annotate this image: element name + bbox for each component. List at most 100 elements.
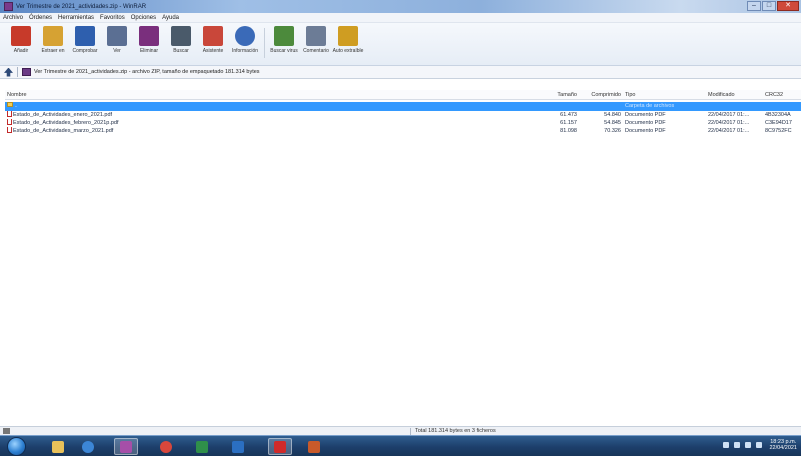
- taskbar-chrome[interactable]: [154, 438, 178, 455]
- start-button[interactable]: [7, 437, 26, 456]
- comment-button[interactable]: Comentario: [301, 26, 331, 54]
- row-size: 81.098: [560, 128, 577, 134]
- view-label: Ver: [113, 48, 121, 54]
- status-total: Total 181.314 bytes en 3 ficheros: [415, 428, 496, 434]
- find-label: Buscar: [173, 48, 189, 54]
- clock-date: 22/04/2021: [769, 445, 797, 451]
- info-label: Información: [231, 48, 259, 54]
- column-modified[interactable]: Modificado: [708, 90, 761, 100]
- column-packed[interactable]: Comprimido: [583, 90, 621, 100]
- notifications-icon[interactable]: [734, 442, 741, 448]
- address-divider: [17, 67, 18, 77]
- test-icon: [75, 26, 95, 46]
- view-button[interactable]: Ver: [102, 26, 132, 54]
- winrar-app-icon: [4, 2, 13, 11]
- status-bar: Total 181.314 bytes en 3 ficheros: [0, 426, 801, 435]
- row-name-text: Estado_de_Actividades_enero_2021.pdf: [13, 112, 113, 118]
- column-name[interactable]: Nombre: [7, 90, 537, 100]
- info-icon: [235, 26, 255, 46]
- media-player-icon: [82, 440, 94, 453]
- archive-icon: [22, 68, 31, 76]
- taskbar-media-player[interactable]: [76, 438, 100, 455]
- row-name-text: ..: [14, 103, 18, 109]
- sfx-icon: [338, 26, 358, 46]
- powerpoint-icon: [308, 440, 320, 453]
- delete-button[interactable]: Eliminar: [134, 26, 164, 54]
- network-icon[interactable]: [745, 442, 752, 448]
- language-icon[interactable]: [723, 442, 730, 448]
- virus-scan-button[interactable]: Buscar virus: [269, 26, 299, 54]
- menu-ordenes[interactable]: Órdenes: [29, 15, 52, 21]
- toolbar: Añadir Extraer en Comprobar Ver Eliminar…: [0, 23, 801, 66]
- wizard-label: Asistente: [202, 48, 224, 54]
- test-button[interactable]: Comprobar: [70, 26, 100, 54]
- toolbar-divider: [264, 28, 265, 58]
- extract-button[interactable]: Extraer en: [38, 26, 68, 54]
- extract-icon: [43, 26, 63, 46]
- row-type: Carpeta de archivos: [625, 103, 675, 109]
- taskbar-excel[interactable]: [190, 438, 214, 455]
- menu-opciones[interactable]: Opciones: [131, 15, 156, 21]
- taskbar-powerpoint[interactable]: [302, 438, 326, 455]
- view-icon: [107, 26, 127, 46]
- title-bar: Ver Trimestre de 2021_actividades.zip - …: [0, 0, 801, 13]
- explorer-icon: [52, 440, 64, 453]
- row-name-text: Estado_de_Actividades_marzo_2021.pdf: [13, 128, 114, 134]
- taskbar-winrar[interactable]: [114, 438, 138, 455]
- status-left: [3, 428, 13, 434]
- info-button[interactable]: Información: [230, 26, 260, 54]
- clock[interactable]: 18:23 p.m. 22/04/2021: [769, 439, 797, 451]
- volume-icon[interactable]: [756, 442, 763, 448]
- table-row[interactable]: Estado_de_Actividades_marzo_2021.pdf 81.…: [5, 127, 801, 136]
- menu-favoritos[interactable]: Favoritos: [100, 15, 125, 21]
- find-icon: [171, 26, 191, 46]
- comment-label: Comentario: [303, 48, 329, 54]
- column-type[interactable]: Tipo: [625, 90, 705, 100]
- folder-up-icon: [7, 102, 13, 108]
- column-size[interactable]: Tamaño: [550, 90, 577, 100]
- menu-archivo[interactable]: Archivo: [3, 15, 23, 21]
- taskbar-pdf-reader[interactable]: [268, 438, 292, 455]
- virus-scan-label: Buscar virus: [270, 48, 298, 54]
- taskbar-outlook[interactable]: [226, 438, 250, 455]
- address-bar: Ver Trimestre de 2021_actividades.zip - …: [0, 66, 801, 79]
- find-button[interactable]: Buscar: [166, 26, 196, 54]
- row-name: Estado_de_Actividades_marzo_2021.pdf: [7, 127, 537, 136]
- menu-herramientas[interactable]: Herramientas: [58, 15, 94, 21]
- sfx-button[interactable]: Auto extraíble: [333, 26, 363, 54]
- comment-icon: [306, 26, 326, 46]
- parent-folder-row[interactable]: .. Carpeta de archivos: [5, 102, 801, 111]
- delete-icon: [139, 26, 159, 46]
- drive-status-icon: [3, 428, 10, 434]
- maximize-button[interactable]: □: [762, 1, 776, 11]
- pdf-file-icon: [7, 119, 12, 126]
- excel-icon: [196, 440, 208, 453]
- row-modified: 22/04/2017 01:...: [708, 128, 750, 134]
- list-header: Nombre Tamaño Comprimido Tipo Modificado…: [5, 90, 801, 100]
- menu-ayuda[interactable]: Ayuda: [162, 15, 179, 21]
- pdf-file-icon: [7, 111, 12, 118]
- column-crc[interactable]: CRC32: [765, 90, 801, 100]
- status-divider: [410, 428, 411, 435]
- close-button[interactable]: ✕: [777, 1, 799, 11]
- window-controls: – □ ✕: [746, 1, 799, 11]
- address-path[interactable]: Ver Trimestre de 2021_actividades.zip - …: [34, 69, 260, 75]
- wizard-icon: [203, 26, 223, 46]
- add-label: Añadir: [13, 48, 29, 54]
- up-folder-icon[interactable]: [4, 67, 13, 77]
- test-label: Comprobar: [72, 48, 98, 54]
- virus-scan-icon: [274, 26, 294, 46]
- system-tray: 18:23 p.m. 22/04/2021: [718, 439, 797, 451]
- wizard-button[interactable]: Asistente: [198, 26, 228, 54]
- taskbar-explorer[interactable]: [46, 438, 70, 455]
- delete-label: Eliminar: [139, 48, 159, 54]
- extract-label: Extraer en: [41, 48, 65, 54]
- row-name: ..: [7, 102, 537, 111]
- chrome-icon: [160, 440, 172, 453]
- add-button[interactable]: Añadir: [6, 26, 36, 54]
- minimize-button[interactable]: –: [747, 1, 761, 11]
- menu-bar: Archivo Órdenes Herramientas Favoritos O…: [0, 13, 801, 23]
- add-icon: [11, 26, 31, 46]
- row-name-text: Estado_de_Actividades_febrero_2021p.pdf: [13, 120, 119, 126]
- row-packed: 70.326: [604, 128, 621, 134]
